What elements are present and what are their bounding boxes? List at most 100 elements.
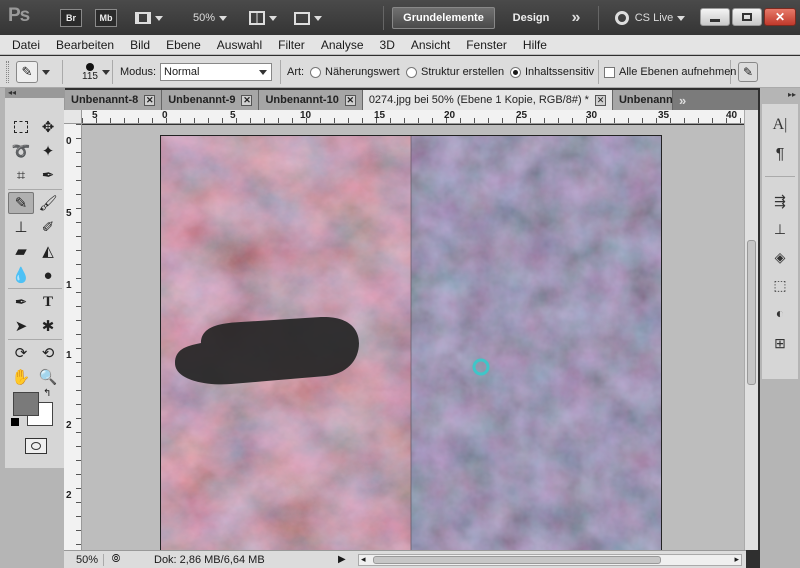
type-tool-icon[interactable]: T — [35, 291, 61, 313]
menu-datei[interactable]: Datei — [0, 38, 48, 52]
default-colors-icon[interactable] — [11, 418, 19, 426]
modus-value: Normal — [164, 66, 200, 78]
menu-filter[interactable]: Filter — [270, 38, 313, 52]
vertical-ruler[interactable]: 0 5 1 1 2 2 — [64, 124, 82, 550]
menu-fenster[interactable]: Fenster — [458, 38, 515, 52]
workspace-grundelemente[interactable]: Grundelemente — [392, 7, 495, 29]
paragraph-panel-icon[interactable]: ¶ — [762, 144, 798, 166]
canvas-area[interactable] — [82, 125, 744, 550]
status-info-icon[interactable]: ⦾ — [104, 553, 128, 566]
path-selection-icon[interactable]: ➤ — [8, 315, 34, 337]
foreground-color-swatch-top[interactable] — [13, 392, 39, 416]
zoom-tool-icon[interactable]: 🔍 — [35, 366, 61, 388]
horizontal-scrollbar[interactable]: ◂ ▸ — [358, 553, 742, 566]
clone-source-icon[interactable]: ⊥ — [762, 218, 798, 240]
bridge-button[interactable]: Br — [60, 9, 82, 27]
menu-bearbeiten[interactable]: Bearbeiten — [48, 38, 122, 52]
marquee-tool-icon[interactable] — [8, 116, 34, 138]
ruler-label: 2 — [66, 490, 72, 501]
swap-colors-icon[interactable]: ↰ — [43, 388, 51, 399]
tab-close-icon[interactable]: ✕ — [594, 94, 606, 106]
dodge-tool-icon[interactable]: ● — [35, 264, 61, 286]
3d-rotate-icon[interactable]: ⟳ — [8, 342, 34, 364]
radio-inhaltssensitiv[interactable]: Inhaltssensitiv — [510, 56, 594, 88]
status-bar: 50% ⦾ Dok: 2,86 MB/6,64 MB ▶ ◂ ▸ — [64, 550, 746, 568]
tab-close-icon[interactable]: ✕ — [344, 94, 356, 106]
scroll-left-icon[interactable]: ◂ — [361, 554, 366, 565]
tab-close-icon[interactable]: ✕ — [241, 94, 253, 106]
menu-hilfe[interactable]: Hilfe — [515, 38, 555, 52]
character-panel-icon[interactable]: A| — [762, 114, 798, 136]
paint-bucket-icon[interactable]: ◭ — [35, 240, 61, 262]
3d-orbit-icon[interactable]: ⟲ — [35, 342, 61, 364]
brush-tool-icon[interactable]: 🖌 — [35, 192, 61, 214]
tab-unbenannt-9[interactable]: Unbenannt-9 ✕ — [162, 90, 260, 110]
menu-auswahl[interactable]: Auswahl — [209, 38, 270, 52]
brush-presets-icon[interactable]: ⇶ — [762, 190, 798, 212]
pressure-button[interactable]: ✎ — [738, 56, 758, 88]
tab-label: Unbenannt-8 — [71, 94, 139, 106]
dock-expand-icon[interactable]: ▸▸ — [760, 90, 800, 100]
radio-naeherungswert[interactable]: Näherungswert — [310, 56, 400, 88]
scrollbar-thumb[interactable] — [747, 240, 756, 385]
tools-collapse-icon[interactable]: ◂◂ — [5, 88, 65, 98]
hand-tool-icon[interactable]: ✋ — [8, 366, 34, 388]
workspace-design[interactable]: Design — [505, 7, 557, 29]
more-tabs-button[interactable]: » — [672, 90, 693, 110]
brush-dropdown-icon[interactable] — [102, 69, 110, 75]
magic-wand-icon[interactable]: ✦ — [35, 140, 61, 162]
modus-select[interactable]: Normal — [160, 63, 272, 81]
paths-icon[interactable]: ⬚ — [762, 274, 798, 296]
status-zoom[interactable]: 50% — [64, 553, 104, 566]
spot-healing-brush-icon[interactable]: ✎ — [8, 192, 34, 214]
history-brush-icon[interactable]: ✐ — [35, 216, 61, 238]
menu-ebene[interactable]: Ebene — [158, 38, 209, 52]
shape-tool-icon[interactable]: ✱ — [35, 315, 61, 337]
tab-0274-jpg[interactable]: 0274.jpg bei 50% (Ebene 1 Kopie, RGB/8#)… — [362, 90, 613, 110]
tab-unbenannt-1[interactable]: Unbenannt-1 — [612, 90, 673, 110]
close-window-button[interactable]: ✕ — [764, 8, 796, 26]
more-workspaces-button[interactable]: » — [565, 7, 587, 29]
tool-preset-picker[interactable]: ✎ — [16, 56, 56, 88]
eraser-icon[interactable]: ▰ — [8, 240, 34, 262]
blur-tool-icon[interactable]: 💧 — [8, 264, 34, 286]
minimize-button[interactable] — [700, 8, 730, 26]
tab-close-icon[interactable]: ✕ — [144, 94, 156, 106]
layers-icon[interactable]: ◈ — [762, 246, 798, 268]
options-grip[interactable] — [6, 56, 10, 88]
options-bar: ✎ 115 Modus: Normal Art: Näherungswert S… — [0, 56, 800, 88]
menu-ansicht[interactable]: Ansicht — [403, 38, 458, 52]
move-tool-icon[interactable]: ✥ — [35, 116, 61, 138]
ruler-label: 1 — [66, 350, 72, 361]
scroll-right-icon[interactable]: ▸ — [734, 554, 739, 565]
eyedropper-icon[interactable]: ✒ — [35, 164, 61, 186]
menu-bild[interactable]: Bild — [122, 38, 158, 52]
arrange-documents-dropdown[interactable] — [245, 7, 281, 29]
view-extras-dropdown[interactable] — [130, 7, 168, 29]
cslive-button[interactable]: CS Live — [610, 7, 690, 29]
zoom-dropdown[interactable]: 50% — [185, 7, 235, 29]
styles-icon[interactable]: ⊞ — [762, 332, 798, 354]
quick-mask-button[interactable] — [25, 438, 47, 454]
tab-unbenannt-8[interactable]: Unbenannt-8 ✕ — [65, 90, 163, 110]
menu-3d[interactable]: 3D — [372, 38, 403, 52]
screen-mode-dropdown[interactable] — [290, 7, 326, 29]
checkbox-alle-ebenen[interactable]: Alle Ebenen aufnehmen — [604, 56, 736, 88]
minibridge-button[interactable]: Mb — [95, 9, 117, 27]
horizontal-ruler[interactable]: 5 0 5 10 15 20 25 30 35 40 — [82, 110, 744, 124]
adjustments-icon[interactable]: ◐ — [762, 302, 798, 324]
zoom-level: 50% — [192, 12, 216, 24]
pen-tool-icon[interactable]: ✒ — [8, 291, 34, 313]
vertical-scrollbar[interactable] — [744, 110, 758, 550]
document-image[interactable] — [160, 135, 662, 550]
status-menu-arrow-icon[interactable]: ▶ — [338, 554, 354, 565]
crop-tool-icon[interactable]: ⌗ — [8, 164, 34, 186]
clone-stamp-icon[interactable]: ⊥ — [8, 216, 34, 238]
menu-analyse[interactable]: Analyse — [313, 38, 372, 52]
ruler-origin[interactable] — [64, 110, 82, 124]
tab-unbenannt-10[interactable]: Unbenannt-10 ✕ — [259, 90, 363, 110]
radio-struktur[interactable]: Struktur erstellen — [406, 56, 504, 88]
lasso-tool-icon[interactable]: ➰ — [8, 140, 34, 162]
horizontal-scrollbar-thumb[interactable] — [373, 555, 661, 564]
restore-button[interactable] — [732, 8, 762, 26]
